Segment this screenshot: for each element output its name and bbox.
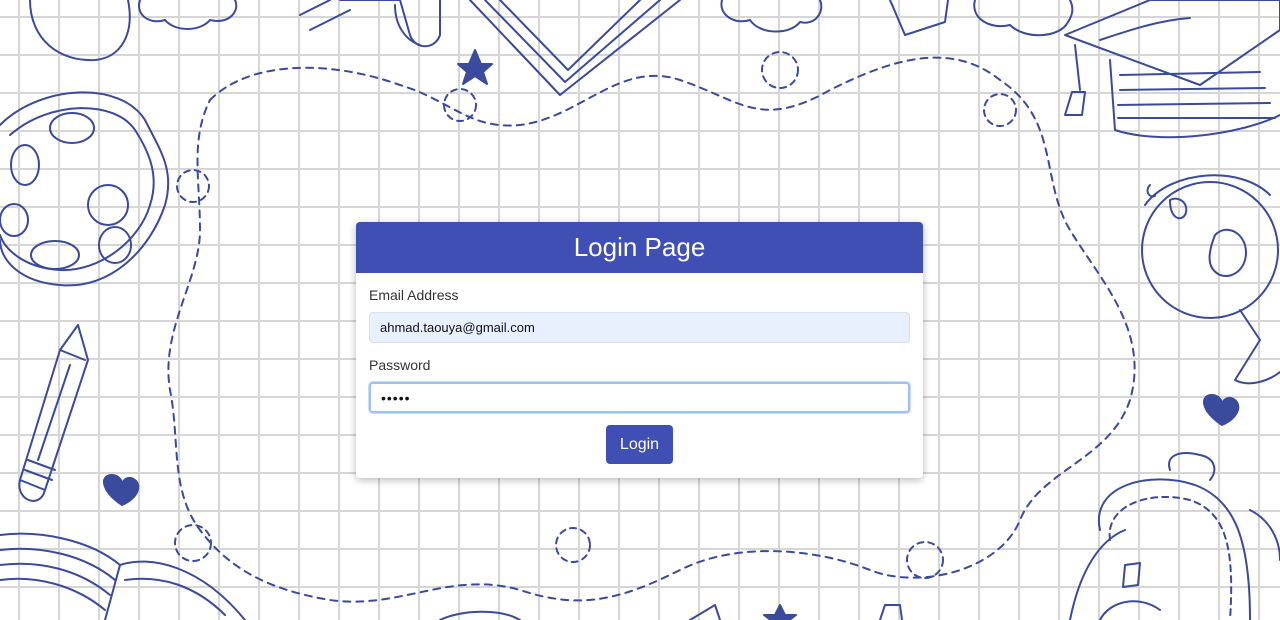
diploma-scroll-icon (299, 0, 441, 48)
password-field-value: ••••• (381, 389, 411, 406)
backpack-icon (1069, 452, 1280, 620)
password-field[interactable]: ••••• (369, 382, 910, 413)
login-button[interactable]: Login (606, 425, 673, 464)
cloud-icon (973, 0, 1074, 37)
dashed-loop-decoration (174, 524, 212, 562)
heart-icon (103, 474, 140, 506)
email-field-value: ahmad.taouya@gmail.com (380, 320, 535, 335)
login-card-header: Login Page (356, 222, 923, 273)
dashed-loop-decoration (176, 169, 210, 203)
dashed-loop-decoration (443, 88, 477, 122)
book-icon (0, 532, 246, 620)
page-title: Login Page (573, 232, 706, 262)
pencil-icon (18, 324, 89, 502)
login-page-background: Login Page Email Address ahmad.taouya@gm… (0, 0, 1280, 620)
email-label: Email Address (369, 287, 459, 303)
login-button-row: Login (369, 425, 910, 464)
decorative-shape (439, 610, 521, 620)
heart-icon (1203, 394, 1240, 426)
palette-icon (0, 91, 170, 287)
dashed-loop-decoration (761, 51, 799, 89)
email-field[interactable]: ahmad.taouya@gmail.com (369, 312, 910, 343)
globe-icon (1141, 174, 1280, 385)
star-icon (763, 604, 797, 620)
login-form: Email Address ahmad.taouya@gmail.com Pas… (356, 273, 923, 464)
login-card: Login Page Email Address ahmad.taouya@gm… (356, 222, 923, 478)
cloud-icon (720, 0, 823, 33)
decorative-shape (689, 604, 721, 620)
dashed-loop-decoration (555, 527, 591, 563)
cloud-icon (138, 0, 238, 30)
graduation-cap-icon (1064, 0, 1280, 139)
password-label: Password (369, 357, 431, 373)
login-button-label: Login (619, 435, 660, 453)
dashed-loop-decoration (983, 93, 1017, 127)
book-icon (469, 0, 681, 96)
decorative-shape (879, 604, 903, 620)
cloud-icon (29, 0, 131, 62)
dashed-loop-decoration (906, 541, 944, 579)
star-icon (457, 49, 493, 85)
heart-icon (889, 0, 949, 36)
